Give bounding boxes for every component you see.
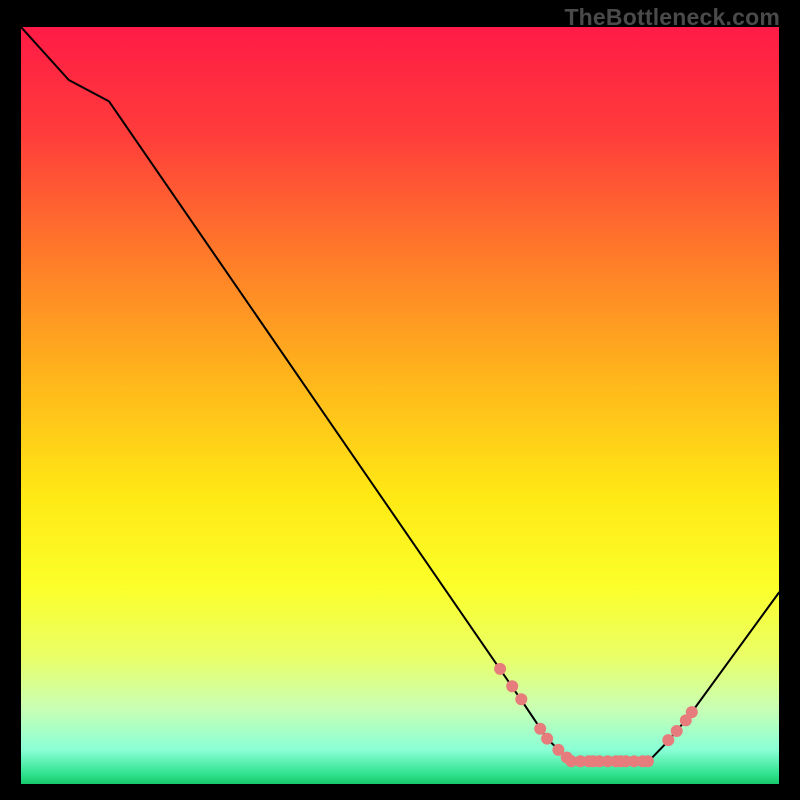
watermark-text: TheBottleneck.com [564,4,780,31]
chart-stage: TheBottleneck.com [0,0,800,800]
highlight-point [534,723,546,735]
highlight-point [686,706,698,718]
highlight-point [671,725,683,737]
highlight-point [515,693,527,705]
highlight-point [506,680,518,692]
highlight-point [541,733,553,745]
bottleneck-chart [21,27,779,784]
gradient-background [21,27,779,784]
highlight-point [642,755,654,767]
highlight-point [494,663,506,675]
highlight-point [662,734,674,746]
